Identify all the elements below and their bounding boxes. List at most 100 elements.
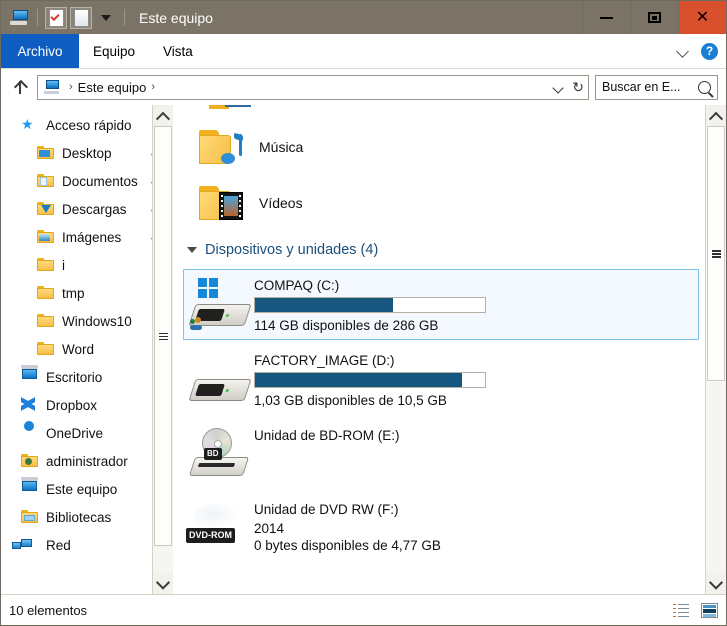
window-title: Este equipo (139, 9, 213, 26)
nav-scroll-up-button[interactable] (153, 105, 173, 126)
content-scrollbar[interactable] (705, 105, 726, 594)
sidebar-icon (21, 509, 39, 525)
sidebar-item-acceso-rápido[interactable]: ★ Acceso rápido (1, 111, 173, 139)
close-icon: ✕ (695, 8, 710, 26)
drive-info: Unidad de DVD RW (F:) 2014 0 bytes disponi… (254, 500, 698, 556)
sidebar-icon (21, 453, 39, 469)
navigation-pane: ★ Acceso rápido Desktop Documentos Descargas… (1, 105, 173, 594)
refresh-icon[interactable]: ↻ (572, 79, 584, 96)
large-icons-view-button[interactable] (701, 602, 718, 618)
content-item-música[interactable]: Música (177, 119, 705, 175)
shared-users-icon (190, 316, 204, 330)
breadcrumb-separator-1[interactable]: › (64, 81, 78, 93)
clipped-folder-icon[interactable] (209, 105, 253, 117)
music-folder-icon (199, 128, 245, 166)
breadcrumb[interactable]: › Este equipo › ↻ (37, 74, 589, 100)
windows-logo-icon (198, 278, 220, 300)
nav-scroll-thumb[interactable] (154, 126, 172, 546)
properties-icon[interactable] (45, 6, 67, 29)
sidebar-item-tmp[interactable]: tmp (1, 279, 173, 307)
content-inner: Música Vídeos Dispositivos y unidades (4)… (177, 105, 705, 594)
item-count-label: 10 elementos (9, 602, 88, 618)
sidebar-item-label: Bibliotecas (46, 509, 112, 525)
sidebar-item-imágenes[interactable]: Imágenes (1, 223, 173, 251)
drive-item[interactable]: BD Unidad de BD-ROM (E:) (183, 419, 699, 489)
dvd-rom-badge: DVD-ROM (186, 528, 235, 543)
sidebar-item-word[interactable]: Word (1, 335, 173, 363)
bd-rom-drive-icon: BD (188, 426, 254, 482)
tab-archivo[interactable]: Archivo (1, 34, 79, 68)
sidebar-item-este-equipo[interactable]: Este equipo (1, 475, 173, 503)
sidebar-item-administrador[interactable]: administrador (1, 447, 173, 475)
sidebar-item-escritorio[interactable]: Escritorio (1, 363, 173, 391)
content-pane: Música Vídeos Dispositivos y unidades (4)… (177, 105, 726, 594)
sidebar-item-bibliotecas[interactable]: Bibliotecas (1, 503, 173, 531)
new-folder-icon[interactable] (70, 6, 92, 29)
sidebar-item-i[interactable]: i (1, 251, 173, 279)
hard-drive-icon (188, 351, 254, 407)
sidebar-item-documentos[interactable]: Documentos (1, 167, 173, 195)
sidebar-icon (37, 341, 55, 357)
view-mode-buttons (673, 595, 718, 625)
status-bar: 10 elementos (1, 594, 726, 625)
drive-volume-label: 2014 (254, 521, 285, 536)
toolbar-divider (37, 9, 38, 26)
sidebar-icon: ★ (21, 117, 39, 133)
drive-name: Unidad de DVD RW (F:) (254, 502, 399, 517)
breadcrumb-separator-2[interactable]: › (146, 81, 160, 93)
search-input[interactable]: Buscar en E... (595, 74, 718, 100)
sidebar-icon (37, 257, 55, 273)
search-placeholder: Buscar en E... (602, 80, 681, 94)
content-scroll-track[interactable] (706, 126, 726, 573)
sidebar-item-desktop[interactable]: Desktop (1, 139, 173, 167)
drive-item[interactable]: DVD-ROM Unidad de DVD RW (F:) 2014 0 bytes … (183, 493, 699, 563)
bd-badge: BD (204, 448, 222, 460)
sidebar-icon (21, 425, 39, 441)
nav-scroll-down-button[interactable] (153, 573, 173, 594)
content-scroll-up-button[interactable] (706, 105, 726, 126)
details-view-button[interactable] (673, 603, 690, 618)
customize-dropdown-icon[interactable] (95, 7, 117, 29)
minimize-button[interactable] (582, 1, 630, 34)
nav-scroll-track[interactable] (153, 126, 173, 573)
drive-item[interactable]: COMPAQ (C:) 114 GB disponibles de 286 GB (183, 269, 699, 340)
toolbar-divider-2 (124, 9, 125, 26)
chevron-down-icon[interactable] (677, 44, 691, 58)
window-controls: ✕ (582, 1, 726, 34)
sidebar-item-dropbox[interactable]: Dropbox (1, 391, 173, 419)
drive-name: FACTORY_IMAGE (D:) (254, 353, 395, 368)
breadcrumb-item-este-equipo[interactable]: Este equipo (78, 80, 147, 95)
drive-capacity-text: 114 GB disponibles de 286 GB (254, 318, 439, 333)
nav-scrollbar[interactable] (152, 105, 173, 594)
group-header-devices[interactable]: Dispositivos y unidades (4) (177, 235, 705, 265)
sidebar-item-label: Word (62, 341, 95, 357)
content-item-vídeos[interactable]: Vídeos (177, 175, 705, 231)
sidebar-item-red[interactable]: Red (1, 531, 173, 559)
drive-name: Unidad de BD-ROM (E:) (254, 428, 400, 443)
sidebar-item-descargas[interactable]: Descargas (1, 195, 173, 223)
drive-info: Unidad de BD-ROM (E:) (254, 426, 698, 482)
collapse-triangle-icon[interactable] (187, 247, 197, 253)
drive-capacity-text: 0 bytes disponibles de 4,77 GB (254, 538, 441, 553)
help-icon[interactable]: ? (701, 42, 718, 60)
close-button[interactable]: ✕ (678, 1, 726, 34)
video-folder-icon (199, 184, 245, 222)
content-scroll-down-button[interactable] (706, 573, 726, 594)
tab-equipo[interactable]: Equipo (79, 34, 149, 68)
maximize-button[interactable] (630, 1, 678, 34)
sidebar-item-label: Imágenes (62, 229, 122, 245)
title-bar: Este equipo ✕ (1, 1, 726, 34)
music-note-icon (221, 132, 243, 164)
sidebar-item-windows10[interactable]: Windows10 (1, 307, 173, 335)
computer-icon[interactable] (8, 7, 30, 29)
history-dropdown-icon[interactable] (553, 82, 564, 93)
sidebar-item-label: tmp (62, 285, 85, 301)
sidebar-item-onedrive[interactable]: OneDrive (1, 419, 173, 447)
content-scroll-thumb[interactable] (707, 126, 725, 381)
up-button[interactable] (9, 76, 31, 98)
tab-vista[interactable]: Vista (149, 34, 207, 68)
sidebar-item-label: OneDrive (46, 425, 104, 441)
scroll-grip-icon (158, 332, 168, 340)
drive-item[interactable]: FACTORY_IMAGE (D:) 1,03 GB disponibles de… (183, 344, 699, 415)
ribbon-tab-bar: Archivo Equipo Vista ? (1, 34, 726, 69)
